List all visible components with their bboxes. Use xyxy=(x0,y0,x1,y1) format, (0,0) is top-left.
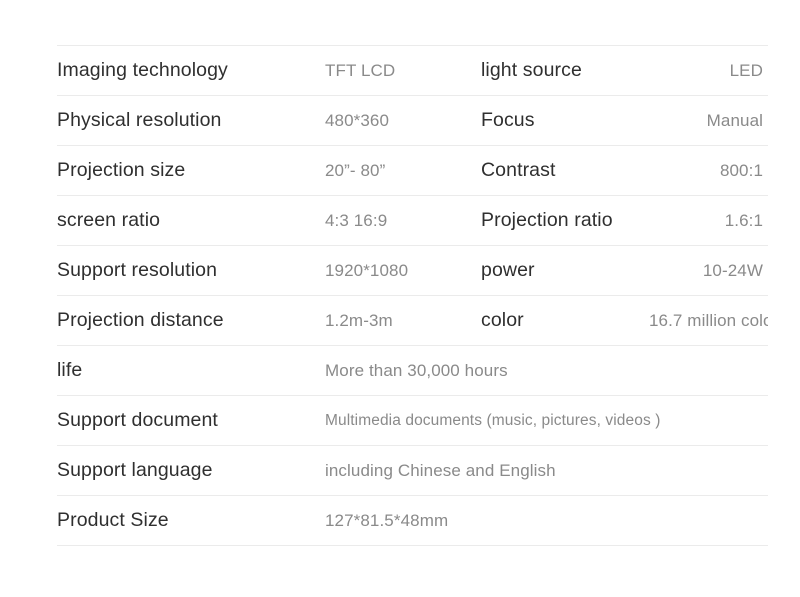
spec-value: TFT LCD xyxy=(317,45,473,96)
specification-table-body: Imaging technology TFT LCD light source … xyxy=(57,45,768,546)
spec-label: color xyxy=(473,295,639,346)
spec-value: 10-24W xyxy=(639,245,768,296)
spec-value: 20”- 80” xyxy=(317,145,473,196)
spec-label: Support resolution xyxy=(57,245,317,296)
spec-label: life xyxy=(57,345,317,396)
spec-label: screen ratio xyxy=(57,195,317,246)
spec-value: 127*81.5*48mm xyxy=(317,495,768,546)
table-row: Projection size 20”- 80” Contrast 800:1 xyxy=(57,145,768,196)
spec-value: 1920*1080 xyxy=(317,245,473,296)
spec-value: More than 30,000 hours xyxy=(317,345,768,396)
spec-label: Contrast xyxy=(473,145,639,196)
table-row: screen ratio 4:3 16:9 Projection ratio 1… xyxy=(57,195,768,246)
spec-value: 1.6:1 xyxy=(639,195,768,246)
spec-label: Support language xyxy=(57,445,317,496)
spec-label: Focus xyxy=(473,95,639,146)
table-row: life More than 30,000 hours xyxy=(57,345,768,396)
spec-value: Manual xyxy=(639,95,768,146)
specification-table: Imaging technology TFT LCD light source … xyxy=(57,45,768,546)
table-row: Support document Multimedia documents (m… xyxy=(57,395,768,446)
spec-value: 800:1 xyxy=(639,145,768,196)
spec-label: Support document xyxy=(57,395,317,446)
table-row: Projection distance 1.2m-3m color 16.7 m… xyxy=(57,295,768,346)
spec-label: Imaging technology xyxy=(57,45,317,96)
spec-label: Projection distance xyxy=(57,295,317,346)
spec-value: Multimedia documents (music, pictures, v… xyxy=(317,395,768,446)
spec-label: Projection size xyxy=(57,145,317,196)
table-row: Physical resolution 480*360 Focus Manual xyxy=(57,95,768,146)
spec-value: including Chinese and English xyxy=(317,445,768,496)
spec-value: 4:3 16:9 xyxy=(317,195,473,246)
spec-label: light source xyxy=(473,45,639,96)
spec-value: 16.7 million colors xyxy=(639,295,768,346)
table-row: Product Size 127*81.5*48mm xyxy=(57,495,768,546)
spec-label: power xyxy=(473,245,639,296)
spec-label: Product Size xyxy=(57,495,317,546)
spec-label: Projection ratio xyxy=(473,195,639,246)
specification-sheet: Imaging technology TFT LCD light source … xyxy=(0,0,800,597)
table-row: Support language including Chinese and E… xyxy=(57,445,768,496)
spec-label: Physical resolution xyxy=(57,95,317,146)
spec-value: 1.2m-3m xyxy=(317,295,473,346)
table-row: Support resolution 1920*1080 power 10-24… xyxy=(57,245,768,296)
table-row: Imaging technology TFT LCD light source … xyxy=(57,45,768,96)
spec-value: LED xyxy=(639,45,768,96)
spec-value: 480*360 xyxy=(317,95,473,146)
